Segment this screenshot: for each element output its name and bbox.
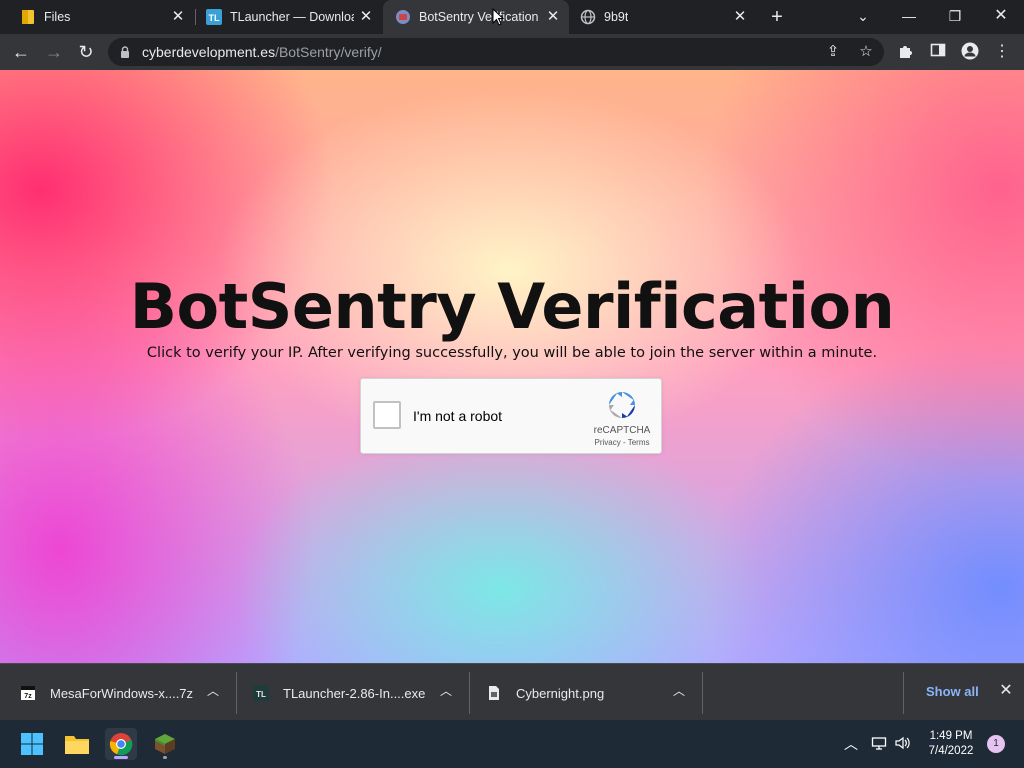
download-shelf: 7z MesaForWindows-x....7z ︿ TL TLauncher… bbox=[0, 663, 1024, 720]
clock-date: 7/4/2022 bbox=[928, 745, 974, 757]
tlauncher-icon: TL bbox=[206, 9, 222, 25]
chevron-up-icon[interactable]: ︿ bbox=[206, 684, 220, 698]
show-all-button[interactable]: Show all bbox=[926, 684, 979, 699]
chevron-up-icon[interactable]: ︿ bbox=[842, 735, 860, 753]
download-filename: MesaForWindows-x....7z bbox=[50, 685, 194, 701]
privacy-link[interactable]: Privacy bbox=[595, 438, 621, 447]
start-button[interactable] bbox=[16, 728, 48, 760]
system-clock[interactable]: 1:49 PM 7/4/2022 bbox=[918, 729, 984, 759]
windows-logo-icon bbox=[21, 733, 43, 755]
tab-title: Files bbox=[44, 10, 71, 24]
chrome-icon bbox=[109, 733, 133, 756]
restore-button[interactable]: ❐ bbox=[943, 5, 967, 27]
close-icon[interactable]: ✕ bbox=[358, 9, 374, 25]
folder-icon bbox=[20, 9, 36, 25]
extensions-puzzle-icon[interactable] bbox=[896, 42, 916, 62]
menu-kebab-icon[interactable]: ⋮ bbox=[992, 42, 1012, 62]
active-app-indicator bbox=[114, 756, 128, 759]
reload-button[interactable]: ↻ bbox=[74, 40, 98, 64]
clock-time: 1:49 PM bbox=[929, 730, 973, 742]
forward-button[interactable]: → bbox=[42, 40, 66, 64]
address-bar[interactable]: cyberdevelopment.es/BotSentry/verify/ ⇪ … bbox=[108, 38, 884, 66]
tlauncher-icon: TL bbox=[253, 685, 269, 701]
close-icon[interactable]: ✕ bbox=[732, 9, 748, 25]
page-instructions: Click to verify your IP. After verifying… bbox=[146, 345, 878, 361]
globe-icon bbox=[580, 9, 596, 25]
share-icon[interactable]: ⇪ bbox=[824, 43, 842, 61]
divider bbox=[469, 672, 470, 714]
image-file-icon bbox=[489, 686, 499, 700]
close-window-button[interactable]: ✕ bbox=[989, 5, 1013, 27]
minecraft-launcher-button[interactable] bbox=[149, 728, 181, 760]
divider bbox=[702, 672, 703, 714]
network-icon[interactable] bbox=[870, 735, 888, 753]
grass-block-icon bbox=[155, 734, 175, 754]
new-tab-button[interactable]: + bbox=[767, 7, 787, 27]
notification-badge[interactable]: 1 bbox=[987, 735, 1005, 753]
divider bbox=[236, 672, 237, 714]
tab-botsentry[interactable]: BotSentry Verification ✕ bbox=[383, 0, 569, 34]
terms-link[interactable]: Terms bbox=[628, 438, 650, 447]
browser-toolbar: ← → ↻ cyberdevelopment.es/BotSentry/veri… bbox=[0, 34, 1024, 70]
download-filename: TLauncher-2.86-In....exe bbox=[283, 685, 426, 701]
url-host: cyberdevelopment.es bbox=[142, 44, 276, 60]
tab-title: TLauncher — Downloa bbox=[230, 10, 354, 24]
svg-text:TL: TL bbox=[256, 690, 266, 699]
recaptcha-brand: reCAPTCHA bbox=[593, 425, 651, 436]
download-item[interactable]: 7z MesaForWindows-x....7z bbox=[20, 671, 193, 715]
botsentry-icon bbox=[395, 9, 411, 25]
download-filename: Cybernight.png bbox=[516, 685, 605, 701]
url-path: /BotSentry/verify/ bbox=[275, 44, 382, 60]
link-separator: - bbox=[620, 438, 628, 447]
tab-search-chevron-icon[interactable]: ⌄ bbox=[851, 5, 875, 27]
tab-title: BotSentry Verification bbox=[419, 10, 539, 24]
chevron-up-icon[interactable]: ︿ bbox=[672, 684, 686, 698]
svg-text:TL: TL bbox=[209, 13, 220, 23]
recaptcha-logo-icon bbox=[609, 392, 635, 418]
download-item[interactable]: Cybernight.png bbox=[486, 671, 604, 715]
bookmark-star-icon[interactable]: ☆ bbox=[857, 43, 875, 61]
chevron-up-icon[interactable]: ︿ bbox=[439, 684, 453, 698]
url-text[interactable]: cyberdevelopment.es/BotSentry/verify/ bbox=[142, 44, 382, 60]
web-page: BotSentry Verification Click to verify y… bbox=[0, 70, 1024, 663]
side-panel-icon[interactable] bbox=[928, 42, 948, 62]
close-shelf-icon[interactable]: ✕ bbox=[997, 682, 1015, 700]
minimize-button[interactable]: — bbox=[897, 5, 921, 27]
volume-icon[interactable] bbox=[894, 735, 912, 753]
tab-tlauncher[interactable]: TL TLauncher — Downloa ✕ bbox=[196, 0, 382, 34]
file-explorer-button[interactable] bbox=[61, 728, 93, 760]
close-icon[interactable]: ✕ bbox=[545, 9, 561, 25]
running-app-indicator bbox=[163, 756, 167, 759]
archive-7z-icon: 7z bbox=[21, 686, 35, 700]
close-icon[interactable]: ✕ bbox=[170, 9, 186, 25]
page-title: BotSentry Verification bbox=[129, 270, 895, 343]
recaptcha-widget: I'm not a robot reCAPTCHA Privacy - Term… bbox=[360, 378, 662, 454]
tab-title: 9b9t bbox=[604, 10, 629, 24]
download-item[interactable]: TL TLauncher-2.86-In....exe bbox=[253, 671, 425, 715]
svg-text:7z: 7z bbox=[24, 693, 32, 700]
divider bbox=[903, 672, 904, 714]
chrome-taskbar-button[interactable] bbox=[105, 728, 137, 760]
lock-icon[interactable] bbox=[120, 46, 130, 58]
folder-icon bbox=[65, 736, 89, 754]
mouse-cursor-icon bbox=[492, 8, 504, 26]
tab-9b9t[interactable]: 9b9t ✕ bbox=[570, 0, 756, 34]
recaptcha-checkbox[interactable] bbox=[373, 401, 401, 429]
recaptcha-links: Privacy - Terms bbox=[587, 438, 657, 447]
tab-files[interactable]: Files ✕ bbox=[8, 0, 194, 34]
windows-taskbar: ︿ 1:49 PM 7/4/2022 1 bbox=[0, 720, 1024, 768]
recaptcha-label: I'm not a robot bbox=[413, 408, 503, 424]
profile-avatar-icon[interactable] bbox=[960, 42, 980, 62]
back-button[interactable]: ← bbox=[9, 40, 33, 64]
tab-strip: Files ✕ TL TLauncher — Downloa ✕ BotSent… bbox=[0, 0, 1024, 34]
